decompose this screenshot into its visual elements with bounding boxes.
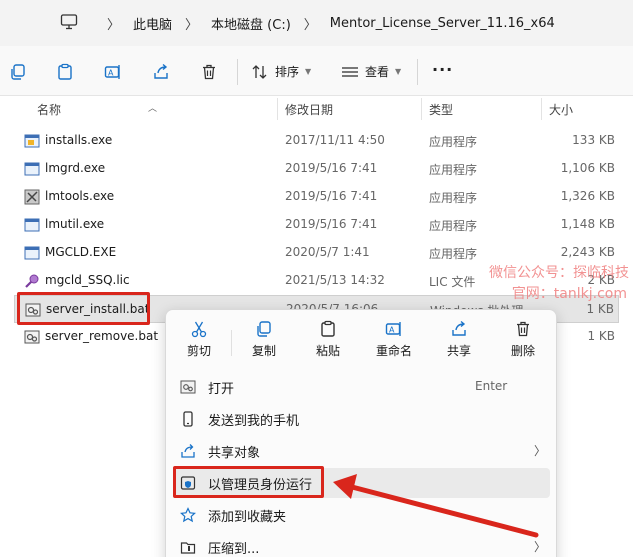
annotation-arrow <box>333 474 539 538</box>
